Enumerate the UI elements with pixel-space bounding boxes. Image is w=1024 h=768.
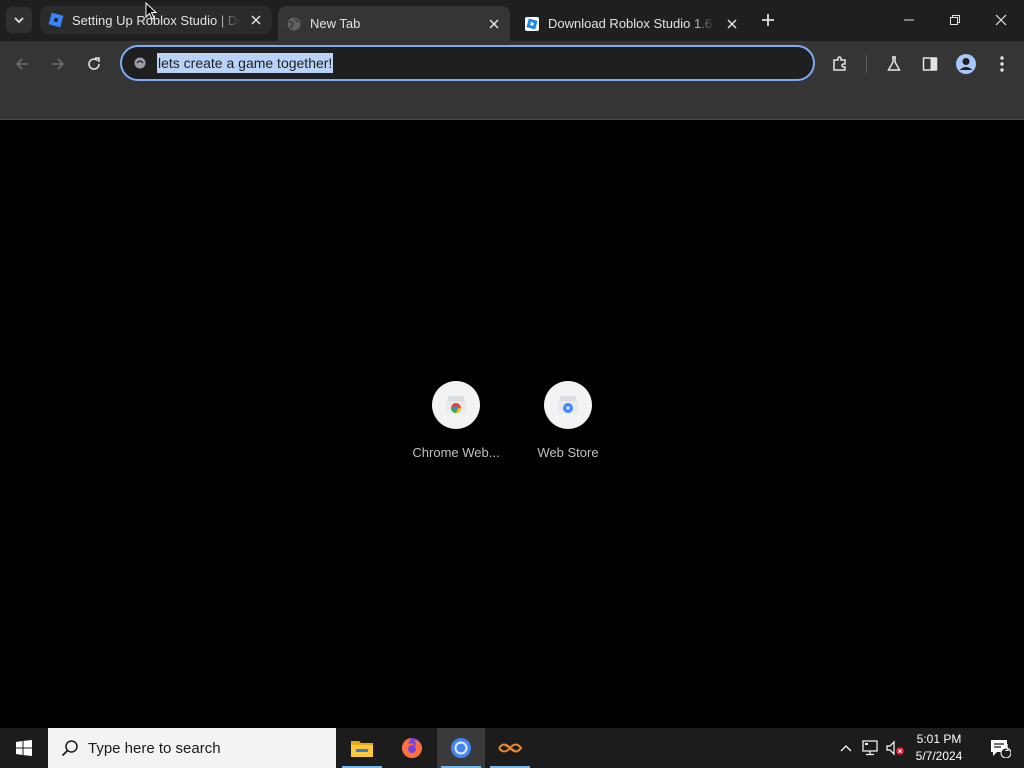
- chrome-icon: [451, 738, 471, 758]
- extensions-button[interactable]: [826, 50, 854, 78]
- roblox-blue-icon: [48, 12, 64, 28]
- taskbar-file-explorer[interactable]: [338, 728, 386, 768]
- reload-icon: [88, 57, 100, 70]
- close-icon: [995, 14, 1007, 26]
- roblox-studio-icon: [498, 743, 523, 753]
- notification-center-button[interactable]: 1: [980, 728, 1020, 768]
- shortcut-web-store[interactable]: Web Store: [512, 381, 624, 471]
- globe-icon: [287, 17, 301, 30]
- puzzle-icon: [833, 56, 846, 71]
- minimize-icon: [904, 19, 914, 21]
- windows-logo-icon: [16, 740, 32, 756]
- tab-close-button[interactable]: [484, 14, 504, 34]
- mouse-cursor-icon: [145, 2, 157, 20]
- file-explorer-icon: [351, 741, 373, 757]
- clock-date: 5/7/2024: [915, 749, 963, 763]
- browser-toolbar: lets create a game together!: [0, 41, 1024, 86]
- chevron-up-icon: [840, 745, 852, 752]
- taskbar-clock[interactable]: 5:01 PM 5/7/2024: [906, 731, 972, 765]
- roblox-white-icon: [525, 16, 539, 31]
- side-panel-icon: [922, 57, 938, 71]
- taskbar-firefox[interactable]: [388, 728, 436, 768]
- close-icon: [727, 18, 737, 29]
- search-engine-icon: [130, 53, 150, 73]
- address-bar[interactable]: lets create a game together!: [120, 45, 815, 81]
- close-icon: [251, 15, 261, 25]
- address-bar-input[interactable]: lets create a game together!: [157, 53, 334, 73]
- tab-title: Download Roblox Studio 1.6.1.0 for Windo…: [548, 16, 716, 31]
- labs-button[interactable]: [880, 50, 908, 78]
- clock-time: 5:01 PM: [916, 732, 962, 746]
- firefox-icon: [402, 738, 422, 758]
- shortcut-label: Chrome Web...: [412, 445, 500, 460]
- chrome-web-store-icon: [446, 396, 466, 414]
- toolbar-separator: [866, 55, 867, 73]
- new-tab-page: Chrome Web... Web Store: [0, 121, 1024, 728]
- tab-search-button[interactable]: [6, 7, 32, 33]
- volume-muted-icon: [886, 740, 904, 756]
- menu-button[interactable]: [988, 50, 1016, 78]
- notification-count-badge: 1: [1004, 743, 1010, 754]
- tray-network-button[interactable]: [860, 728, 882, 768]
- taskbar-roblox-studio[interactable]: [486, 728, 534, 768]
- taskbar-search-box[interactable]: Type here to search: [48, 728, 336, 768]
- shortcut-icon-circle: [432, 381, 480, 429]
- profile-button[interactable]: [952, 50, 980, 78]
- tab-new-tab[interactable]: New Tab: [278, 6, 510, 41]
- arrow-left-icon: [15, 58, 28, 70]
- shortcut-label: Web Store: [537, 445, 599, 460]
- bookmarks-bar: [0, 86, 1024, 120]
- tray-overflow-button[interactable]: [836, 728, 856, 768]
- search-icon: [61, 740, 78, 757]
- side-panel-button[interactable]: [916, 50, 944, 78]
- new-tab-button[interactable]: [756, 8, 780, 32]
- plus-icon: [762, 14, 774, 26]
- reload-button[interactable]: [80, 50, 108, 78]
- restore-icon: [950, 15, 960, 25]
- arrow-right-icon: [52, 58, 65, 70]
- network-icon: [862, 740, 878, 756]
- tray-volume-button[interactable]: [884, 728, 906, 768]
- taskbar-search-placeholder: Type here to search: [88, 739, 221, 757]
- flask-icon: [887, 56, 901, 71]
- close-window-button[interactable]: [978, 0, 1024, 40]
- chevron-down-icon: [14, 17, 24, 24]
- close-icon: [489, 18, 499, 29]
- tab-close-button[interactable]: [246, 10, 266, 30]
- shortcut-icon-circle: [544, 381, 592, 429]
- kebab-menu-icon: [1000, 56, 1004, 72]
- start-button[interactable]: [0, 728, 48, 768]
- taskbar-chrome[interactable]: [437, 728, 485, 768]
- forward-button[interactable]: [44, 50, 72, 78]
- windows-taskbar: Type here to search 5:01 PM 5/7/2024 1: [0, 728, 1024, 768]
- minimize-button[interactable]: [886, 0, 932, 40]
- web-store-icon: [558, 396, 578, 414]
- restore-button[interactable]: [932, 0, 978, 40]
- profile-avatar-icon: [956, 54, 976, 74]
- tab-title: New Tab: [310, 16, 361, 31]
- tab-download-roblox-studio[interactable]: Download Roblox Studio 1.6.1.0 for Windo…: [516, 6, 748, 41]
- shortcut-chrome-web-store[interactable]: Chrome Web...: [400, 381, 512, 471]
- back-button[interactable]: [8, 50, 36, 78]
- tab-close-button[interactable]: [722, 14, 742, 34]
